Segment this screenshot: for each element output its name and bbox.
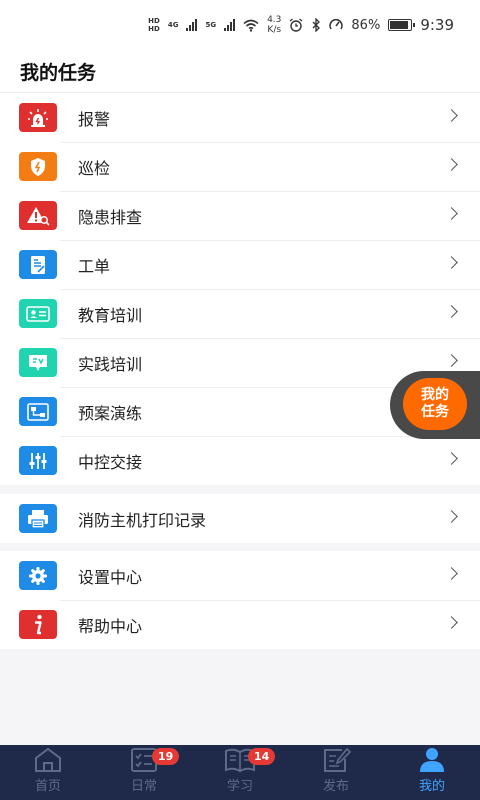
settings-item-label: 帮助中心 [78,616,143,636]
task-item-label: 预案演练 [78,403,143,423]
tab-daily[interactable]: 日常 19 [96,745,192,800]
task-item-alarm[interactable]: 报警 [0,93,480,142]
task-item-education-training[interactable]: 教育培训 [0,289,480,338]
tab-label: 日常 [130,779,157,794]
print-record-list: 消防主机打印记录 [0,494,480,543]
signal-icon [186,19,198,31]
chevron-right-icon [445,207,458,220]
tab-label: 首页 [34,779,61,794]
settings-item-settings-center[interactable]: 设置中心 [0,551,480,600]
tab-home[interactable]: 首页 [0,745,96,800]
chevron-right-icon [445,109,458,122]
settings-item-help-center[interactable]: 帮助中心 [0,600,480,649]
task-item-label: 隐患排查 [78,207,143,227]
user-icon [420,748,444,772]
settings-item-label: 设置中心 [78,567,143,587]
chevron-right-icon [445,354,458,367]
task-item-label: 中控交接 [78,452,143,472]
network-gen-1: 4G [167,21,179,29]
shield-icon [19,152,57,181]
float-button-line2: 任务 [421,404,449,420]
flowchart-icon [19,397,57,426]
task-item-label: 工单 [78,256,111,276]
task-item-work-order[interactable]: 工单 [0,240,480,289]
chevron-right-icon [445,158,458,171]
wifi-icon [243,19,259,32]
task-item-label: 消防主机打印记录 [78,510,207,530]
tab-badge-count: 14 [248,748,276,765]
info-icon [19,610,57,639]
printer-icon [19,504,57,533]
sliders-icon [19,446,57,475]
tab-label: 发布 [322,779,349,794]
battery-icon [388,19,416,31]
edit-icon [324,747,351,772]
tab-publish[interactable]: 发布 [288,745,384,800]
tab-label: 我的 [418,779,445,794]
chevron-right-icon [445,256,458,269]
task-item-label: 教育培训 [78,305,143,325]
task-item-label: 巡检 [78,158,111,178]
gear-icon [19,561,57,590]
tab-label: 学习 [226,779,253,794]
task-item-print-record[interactable]: 消防主机打印记录 [0,494,480,543]
alarm-light-icon [19,103,57,132]
tab-mine[interactable]: 我的 [384,745,480,800]
clock-time: 9:39 [420,16,454,34]
task-item-hazard-check[interactable]: 隐患排查 [0,191,480,240]
document-icon [19,250,57,279]
tab-badge-count: 19 [152,748,180,765]
signal-icon-2 [224,19,236,31]
id-card-icon [19,299,57,328]
bottom-tab-bar: 首页 日常 19 学习 14 发布 我的 [0,745,480,800]
my-tasks-float-button[interactable]: 我的 任务 [403,378,467,430]
page-header: 我的任务 [0,50,480,93]
network-gen-2: 5G [205,21,217,29]
chat-bubble-icon [19,348,57,377]
float-button-line1: 我的 [421,387,449,403]
battery-percent: 86% [351,17,381,33]
task-item-label: 实践培训 [78,354,143,374]
tab-study[interactable]: 学习 14 [192,745,288,800]
task-item-label: 报警 [78,109,111,129]
task-item-patrol[interactable]: 巡检 [0,142,480,191]
settings-list: 设置中心 帮助中心 [0,551,480,649]
network-indicator: HD HD [148,17,160,33]
home-icon [35,747,61,772]
chevron-right-icon [445,452,458,465]
page-title: 我的任务 [20,61,97,84]
status-bar: HD HD 4G 5G 4.3 K/s 86% 9:39 [0,0,480,50]
warning-search-icon [19,201,57,230]
speed-gauge-icon [329,19,344,30]
network-speed: 4.3 K/s [267,15,282,35]
bluetooth-icon [312,18,321,32]
chevron-right-icon [445,567,458,580]
chevron-right-icon [445,305,458,318]
chevron-right-icon [445,510,458,523]
chevron-right-icon [445,616,458,629]
task-item-control-handover[interactable]: 中控交接 [0,436,480,485]
alarm-clock-icon [290,18,303,32]
